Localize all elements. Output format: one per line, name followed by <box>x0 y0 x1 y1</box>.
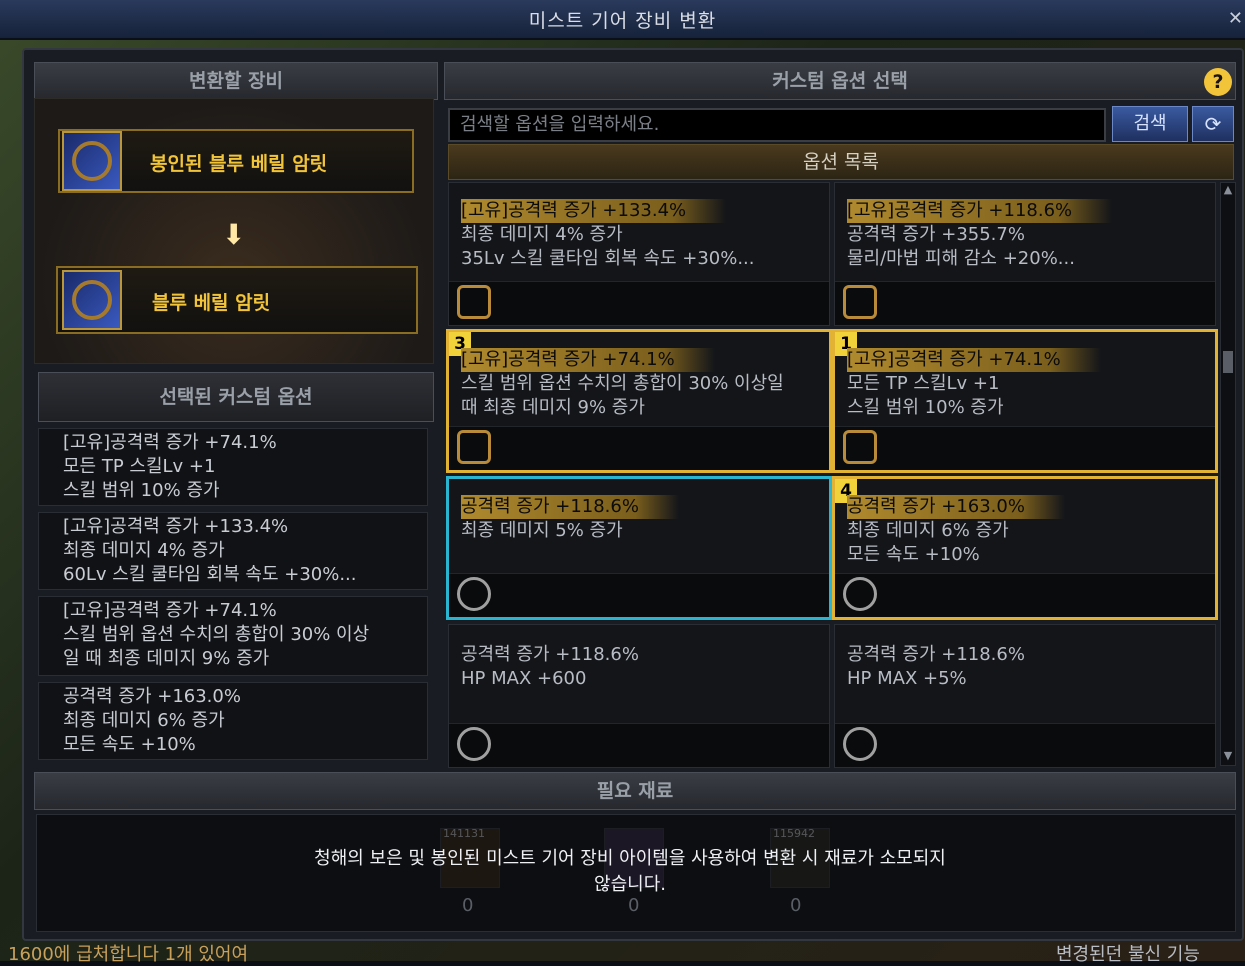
no-material-message: 청해의 보은 및 봉인된 미스트 기어 장비 아이템을 사용하여 변환 시 재료… <box>314 848 946 895</box>
ring-icon <box>843 727 877 761</box>
ring-icon <box>843 577 877 611</box>
option-card-selected[interactable]: 1 [고유]공격력 증가 +74.1% 모든 TP 스킬Lv +1 스킬 범위 10… <box>832 329 1218 473</box>
convert-equipment-header: 변환할 장비 <box>34 62 438 100</box>
chat-text-right: 변경된던 불신 기능 <box>1056 944 1200 965</box>
option-card[interactable]: [고유]공격력 증가 +133.4% 최종 데미지 4% 증가 35Lv 스킬 쿨타… <box>448 182 830 326</box>
option-card-hovered[interactable]: 공격력 증가 +118.6% 최종 데미지 5% 증가 <box>446 476 832 620</box>
option-card-selected[interactable]: 4 공격력 증가 +163.0% 최종 데미지 6% 증가 모든 속도 +10% <box>832 476 1218 620</box>
material-count: 0 <box>628 895 640 916</box>
selected-options-header: 선택된 커스텀 옵션 <box>38 372 434 422</box>
amulet-icon <box>62 270 122 330</box>
selected-option-1[interactable]: [고유]공격력 증가 +74.1% 모든 TP 스킬Lv +1 스킬 범위 10% … <box>38 428 428 506</box>
option-card[interactable]: [고유]공격력 증가 +118.6% 공격력 증가 +355.7% 물리/마법 피해… <box>834 182 1216 326</box>
scroll-up-icon[interactable]: ▲ <box>1221 183 1235 199</box>
amulet-icon <box>843 285 877 319</box>
amulet-icon <box>843 430 877 464</box>
selected-option-4[interactable]: 공격력 증가 +163.0% 최종 데미지 6% 증가 모든 속도 +10% <box>38 682 428 760</box>
ring-icon <box>457 727 491 761</box>
option-card[interactable]: 공격력 증가 +118.6% HP MAX +600 <box>448 624 830 768</box>
window-title: 미스트 기어 장비 변환 <box>528 10 717 32</box>
option-list-header: 옵션 목록 <box>448 144 1234 180</box>
target-item-slot[interactable]: 블루 베릴 암릿 <box>56 266 418 334</box>
sealed-amulet-icon <box>62 131 122 191</box>
material-count: 0 <box>790 895 802 916</box>
chat-text: 1600에 급처합니다 1개 있어여 <box>8 944 249 965</box>
custom-option-header: 커스텀 옵션 선택 <box>444 62 1236 100</box>
amulet-icon <box>457 285 491 319</box>
scroll-thumb[interactable] <box>1223 351 1233 373</box>
ring-icon <box>457 577 491 611</box>
amulet-icon <box>457 430 491 464</box>
selected-option-2[interactable]: [고유]공격력 증가 +133.4% 최종 데미지 4% 증가 60Lv 스킬 쿨타… <box>38 512 428 590</box>
option-search-input[interactable]: 검색할 옵션을 입력하세요. <box>448 108 1106 142</box>
target-item-name: 블루 베릴 암릿 <box>152 292 271 314</box>
conversion-window: 미스트 기어 장비 변환 ✕ 변환할 장비 봉인된 블루 베릴 암릿 ⬇ 블루 … <box>0 0 1245 965</box>
arrow-down-icon: ⬇ <box>222 218 246 251</box>
option-card-selected[interactable]: 3 [고유]공격력 증가 +74.1% 스킬 범위 옵션 수치의 총합이 30% … <box>446 329 832 473</box>
search-button[interactable]: 검색 <box>1112 106 1188 142</box>
source-item-slot[interactable]: 봉인된 블루 베릴 암릿 <box>58 129 414 193</box>
selected-option-3[interactable]: [고유]공격력 증가 +74.1% 스킬 범위 옵션 수치의 총합이 30% 이상… <box>38 596 428 676</box>
source-item-name: 봉인된 블루 베릴 암릿 <box>150 153 328 175</box>
refresh-icon[interactable]: ⟳ <box>1192 106 1234 142</box>
scroll-down-icon[interactable]: ▼ <box>1221 749 1235 765</box>
required-materials-header: 필요 재료 <box>34 772 1236 810</box>
option-list-scrollbar[interactable]: ▲ ▼ <box>1220 182 1236 766</box>
close-icon[interactable]: ✕ <box>1228 8 1243 29</box>
title-bar[interactable]: 미스트 기어 장비 변환 ✕ <box>0 0 1245 40</box>
help-icon[interactable]: ? <box>1204 68 1232 96</box>
option-card[interactable]: 공격력 증가 +118.6% HP MAX +5% <box>834 624 1216 768</box>
material-count: 0 <box>462 895 474 916</box>
